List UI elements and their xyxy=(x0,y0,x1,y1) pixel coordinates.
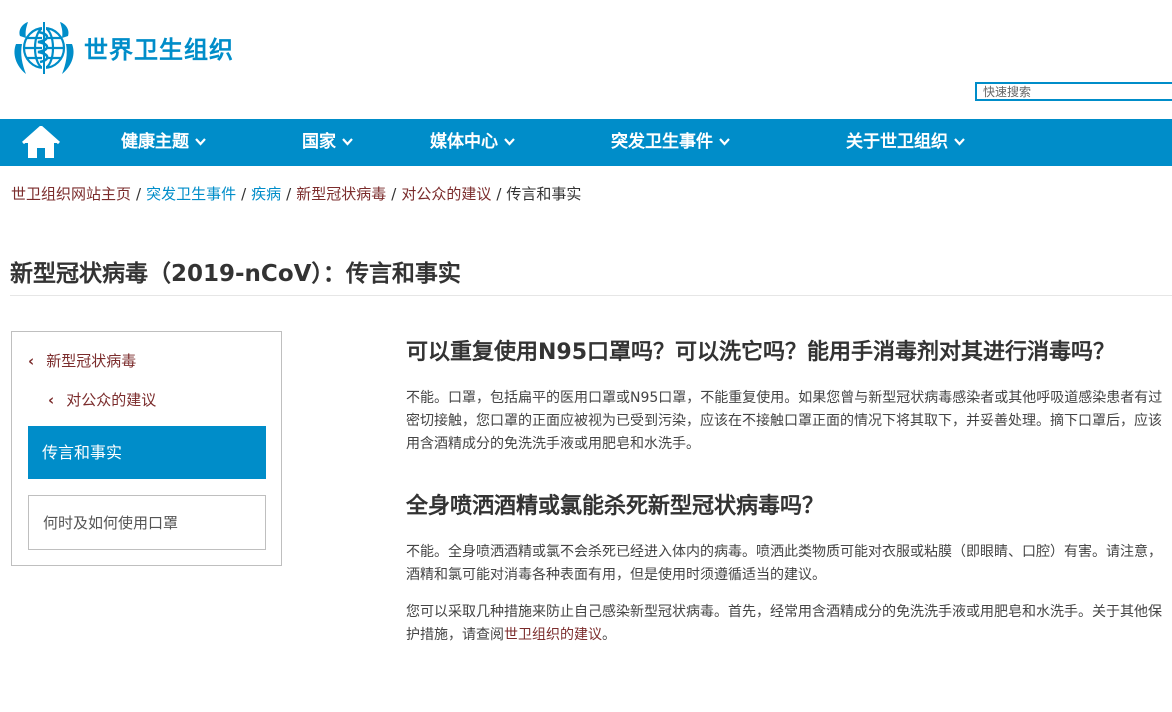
site-name[interactable]: 世界卫生组织 xyxy=(84,30,234,65)
home-icon[interactable] xyxy=(22,126,60,160)
sidebar-link-label: 新型冠状病毒 xyxy=(46,352,137,370)
sidebar-link-public-advice[interactable]: ‹ 对公众的建议 xyxy=(48,389,156,410)
page-title: 新型冠状病毒（2019-nCoV）：传言和事实 xyxy=(10,261,461,287)
breadcrumb-separator: / xyxy=(241,185,247,203)
chevron-down-icon xyxy=(719,138,730,146)
main-nav: 健康主题 国家 媒体中心 突发卫生事件 关于世卫组织 xyxy=(0,119,1172,166)
sidebar-link-label: 对公众的建议 xyxy=(66,391,157,409)
nav-item-label: 国家 xyxy=(302,132,336,152)
who-advice-link[interactable]: 世卫组织的建议 xyxy=(504,627,602,643)
chevron-down-icon xyxy=(504,138,515,146)
breadcrumb-separator: / xyxy=(496,185,502,203)
chevron-left-icon: ‹ xyxy=(48,391,55,409)
answer-paragraph-n95: 不能。口罩，包括扁平的医用口罩或N95口罩，不能重复使用。如果您曾与新型冠状病毒… xyxy=(406,390,1163,452)
answer-paragraph-alcohol-chlorine: 不能。全身喷洒酒精或氯不会杀死已经进入体内的病毒。喷洒此类物质可能对衣服或粘膜（… xyxy=(406,544,1162,583)
site-header: 世界卫生组织 xyxy=(0,0,1172,119)
breadcrumb-separator: / xyxy=(136,185,142,203)
sidebar-item-myth-busters[interactable]: 传言和事实 xyxy=(28,426,266,479)
nav-item-label: 关于世卫组织 xyxy=(846,132,948,152)
paragraph-text: 。 xyxy=(602,627,616,643)
breadcrumb: 世卫组织网站主页 / 突发卫生事件 / 疾病 / 新型冠状病毒 / 对公众的建议 / 传言和事实 xyxy=(11,183,581,204)
nav-item-label: 媒体中心 xyxy=(430,132,498,152)
question-heading-alcohol-chlorine: 全身喷洒酒精或氯能杀死新型冠状病毒吗？ xyxy=(406,494,825,519)
breadcrumb-link-novel-coronavirus[interactable]: 新型冠状病毒 xyxy=(296,185,386,203)
sidebar-item-when-how-to-use-masks[interactable]: 何时及如何使用口罩 xyxy=(28,495,266,550)
breadcrumb-separator: / xyxy=(286,185,292,203)
breadcrumb-separator: / xyxy=(391,185,397,203)
question-heading-n95: 可以重复使用N95口罩吗？可以洗它吗？能用手消毒剂对其进行消毒吗？ xyxy=(406,340,1116,365)
nav-item-label: 突发卫生事件 xyxy=(611,132,713,152)
title-divider xyxy=(10,295,1172,296)
breadcrumb-link-public-advice[interactable]: 对公众的建议 xyxy=(401,185,491,203)
nav-item-label: 健康主题 xyxy=(121,132,189,152)
search-input[interactable] xyxy=(975,82,1172,101)
chevron-down-icon xyxy=(195,138,206,146)
sidebar-link-novel-coronavirus[interactable]: ‹ 新型冠状病毒 xyxy=(28,350,136,371)
sidebar-nav: ‹ 新型冠状病毒 ‹ 对公众的建议 传言和事实 何时及如何使用口罩 xyxy=(11,331,282,566)
nav-item-media-centre[interactable]: 媒体中心 xyxy=(430,119,515,166)
breadcrumb-link-diseases[interactable]: 疾病 xyxy=(251,185,281,203)
who-logo-icon[interactable] xyxy=(10,14,78,82)
nav-item-health-topics[interactable]: 健康主题 xyxy=(121,119,206,166)
nav-item-emergencies[interactable]: 突发卫生事件 xyxy=(611,119,730,166)
breadcrumb-link-emergencies[interactable]: 突发卫生事件 xyxy=(146,185,236,203)
breadcrumb-link-home[interactable]: 世卫组织网站主页 xyxy=(11,185,131,203)
nav-item-about-who[interactable]: 关于世卫组织 xyxy=(846,119,965,166)
breadcrumb-current: 传言和事实 xyxy=(506,185,582,203)
nav-item-countries[interactable]: 国家 xyxy=(302,119,353,166)
main-content: 可以重复使用N95口罩吗？可以洗它吗？能用手消毒剂对其进行消毒吗？ 不能。口罩，… xyxy=(406,338,1166,647)
chevron-down-icon xyxy=(342,138,353,146)
answer-paragraph-protection: 您可以采取几种措施来防止自己感染新型冠状病毒。首先，经常用含酒精成分的免洗洗手液… xyxy=(406,601,1166,647)
chevron-down-icon xyxy=(954,138,965,146)
chevron-left-icon: ‹ xyxy=(28,352,35,370)
